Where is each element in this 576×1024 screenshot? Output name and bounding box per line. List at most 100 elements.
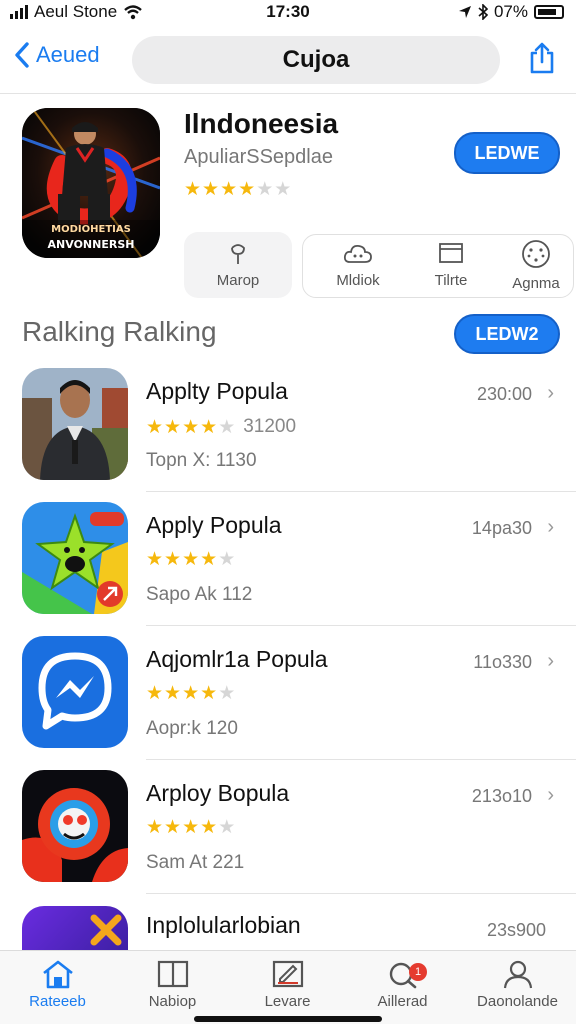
list-item[interactable]: Arploy Bopula ★ ★ ★ ★ ★ Sam At 221 213o10 › [0, 770, 576, 902]
star-icon: ★ [146, 549, 164, 570]
app-rating: ★ ★ ★ ★ ★ [146, 684, 235, 703]
map-pin-icon [231, 243, 245, 264]
star-icon: ★ [200, 416, 218, 438]
tab-label: Nabiop [148, 993, 197, 1010]
chevron-right-icon: › [547, 784, 554, 806]
star-icon: ★ [202, 179, 220, 200]
rating-count: 31200 [243, 416, 297, 437]
rating-stars: ★ ★ ★ ★ ★ [146, 684, 235, 703]
category-chip-tilrte[interactable]: Tilrte [406, 232, 496, 298]
bluetooth-icon [478, 4, 488, 20]
app-meta: Sapo Ak 112 [146, 584, 253, 605]
tab-search[interactable]: 1 Aillerad [345, 959, 460, 1010]
app-meta: Topn X: 1130 [146, 450, 257, 471]
star-icon: ★ [184, 179, 202, 200]
chevron-left-icon [15, 42, 29, 68]
back-label: Aeued [36, 42, 100, 67]
star-icon: ★ [274, 179, 292, 200]
star-icon: ★ [218, 683, 236, 704]
tab-bar: Rateeeb Nabiop Levare 1 Aillerad Daonola… [0, 950, 576, 1024]
app-meta: Sam At 221 [146, 852, 245, 873]
app-price: 14pa30 [471, 518, 532, 538]
list-item[interactable]: Aqjomlr1a Popula ★ ★ ★ ★ ★ Aopr:k 120 11o330… [0, 636, 576, 768]
chevron-right-icon: › [547, 650, 554, 672]
app-icon-purple [22, 906, 128, 950]
row-divider [146, 759, 576, 760]
star-icon: ★ [218, 549, 236, 570]
tab-label: Levare [264, 993, 311, 1010]
app-price: 213o10 [471, 786, 532, 806]
star-icon: ★ [164, 416, 182, 438]
star-icon: ★ [200, 817, 218, 838]
chevron-right-icon: › [547, 382, 554, 404]
app-icon-messenger [22, 636, 128, 748]
tab-games[interactable]: Nabiop [115, 959, 230, 1010]
hero-app-icon[interactable]: MODIOHETIAS ANVONNERSH [22, 108, 160, 258]
category-chips: Marop Mldiok Tilrte Agnma [184, 232, 576, 298]
notification-badge: 1 [409, 963, 427, 981]
status-bar: Aeul Stone 17:30 07% [0, 0, 576, 26]
app-price: 230:00 [476, 384, 532, 404]
edit-icon [272, 960, 303, 988]
star-icon: ★ [164, 817, 182, 838]
app-rating: ★ ★ ★ ★ ★ [146, 550, 235, 569]
star-icon: ★ [164, 683, 182, 704]
tab-label: Rateeeb [29, 993, 86, 1010]
hero-app-subtitle: ApuliarSSepdlae [184, 146, 333, 168]
category-chip-agnma[interactable]: Agnma [496, 232, 576, 298]
hero-app-title: Ilndoneesia [184, 108, 339, 139]
location-icon [458, 6, 471, 18]
row-divider [146, 893, 576, 894]
panel-icon [157, 960, 188, 988]
list-item[interactable]: Apply Popula ★ ★ ★ ★ ★ Sapo Ak 112 14pa30 › [0, 502, 576, 634]
list-item[interactable]: Inplolularlobian 23s900 [0, 906, 576, 950]
tab-label: Aillerad [377, 993, 428, 1010]
star-icon: ★ [256, 179, 274, 200]
list-item[interactable]: Applty Popula ★ ★ ★ ★ ★ 31200 Topn X: 1130 2… [0, 368, 576, 500]
app-icon-person [22, 368, 128, 480]
app-title: Applty Popula [146, 378, 288, 404]
battery-icon [534, 5, 564, 19]
rating-stars: ★ ★ ★ ★ ★ [146, 550, 235, 569]
hero-get-button[interactable]: LEDWE [454, 132, 560, 174]
app-icon-star-monster [22, 502, 128, 614]
hero-icon-caption-2: ANVONNERSH [47, 238, 135, 251]
star-icon: ★ [218, 817, 236, 838]
app-price: 23s900 [486, 920, 546, 940]
tab-today[interactable]: Rateeeb [0, 959, 115, 1010]
nav-title: Cujoa [282, 46, 350, 73]
nav-title-pill[interactable]: Cujoa [132, 36, 500, 84]
rating-stars: ★ ★ ★ ★ ★ [146, 818, 235, 837]
star-icon: ★ [182, 683, 200, 704]
hero-icon-caption-1: MODIOHETIAS [51, 224, 131, 235]
hero-app-artwork [22, 108, 160, 258]
row-divider [146, 625, 576, 626]
category-chip-mldiok[interactable]: Mldiok [310, 232, 406, 298]
star-icon: ★ [182, 549, 200, 570]
star-icon: ★ [238, 179, 256, 200]
tab-label: Daonolande [477, 993, 558, 1010]
app-title: Arploy Bopula [146, 780, 290, 806]
tab-apps[interactable]: Levare [230, 959, 345, 1010]
row-divider [146, 491, 576, 492]
share-icon [530, 42, 554, 74]
share-button[interactable] [528, 42, 556, 79]
app-rating: ★ ★ ★ ★ ★ [146, 818, 235, 837]
star-icon: ★ [182, 416, 200, 438]
tab-account[interactable]: Daonolande [460, 959, 575, 1010]
star-icon: ★ [218, 416, 236, 438]
back-button[interactable]: Aeued [14, 42, 100, 68]
home-icon [42, 960, 73, 989]
battery-percent: 07% [493, 2, 528, 21]
star-icon: ★ [146, 683, 164, 704]
star-icon: ★ [164, 549, 182, 570]
cloud-icon [343, 244, 372, 263]
app-title: Aqjomlr1a Popula [146, 646, 328, 672]
category-label: Mldiok [336, 271, 380, 289]
category-label: Agnma [512, 274, 560, 292]
hero-rating-stars: ★ ★ ★ ★ ★ ★ [184, 180, 291, 199]
app-title: Inplolularlobian [146, 912, 301, 938]
category-chip-marop[interactable]: Marop [184, 232, 292, 298]
section-get-button[interactable]: LEDW2 [454, 314, 560, 354]
star-icon: ★ [200, 683, 218, 704]
